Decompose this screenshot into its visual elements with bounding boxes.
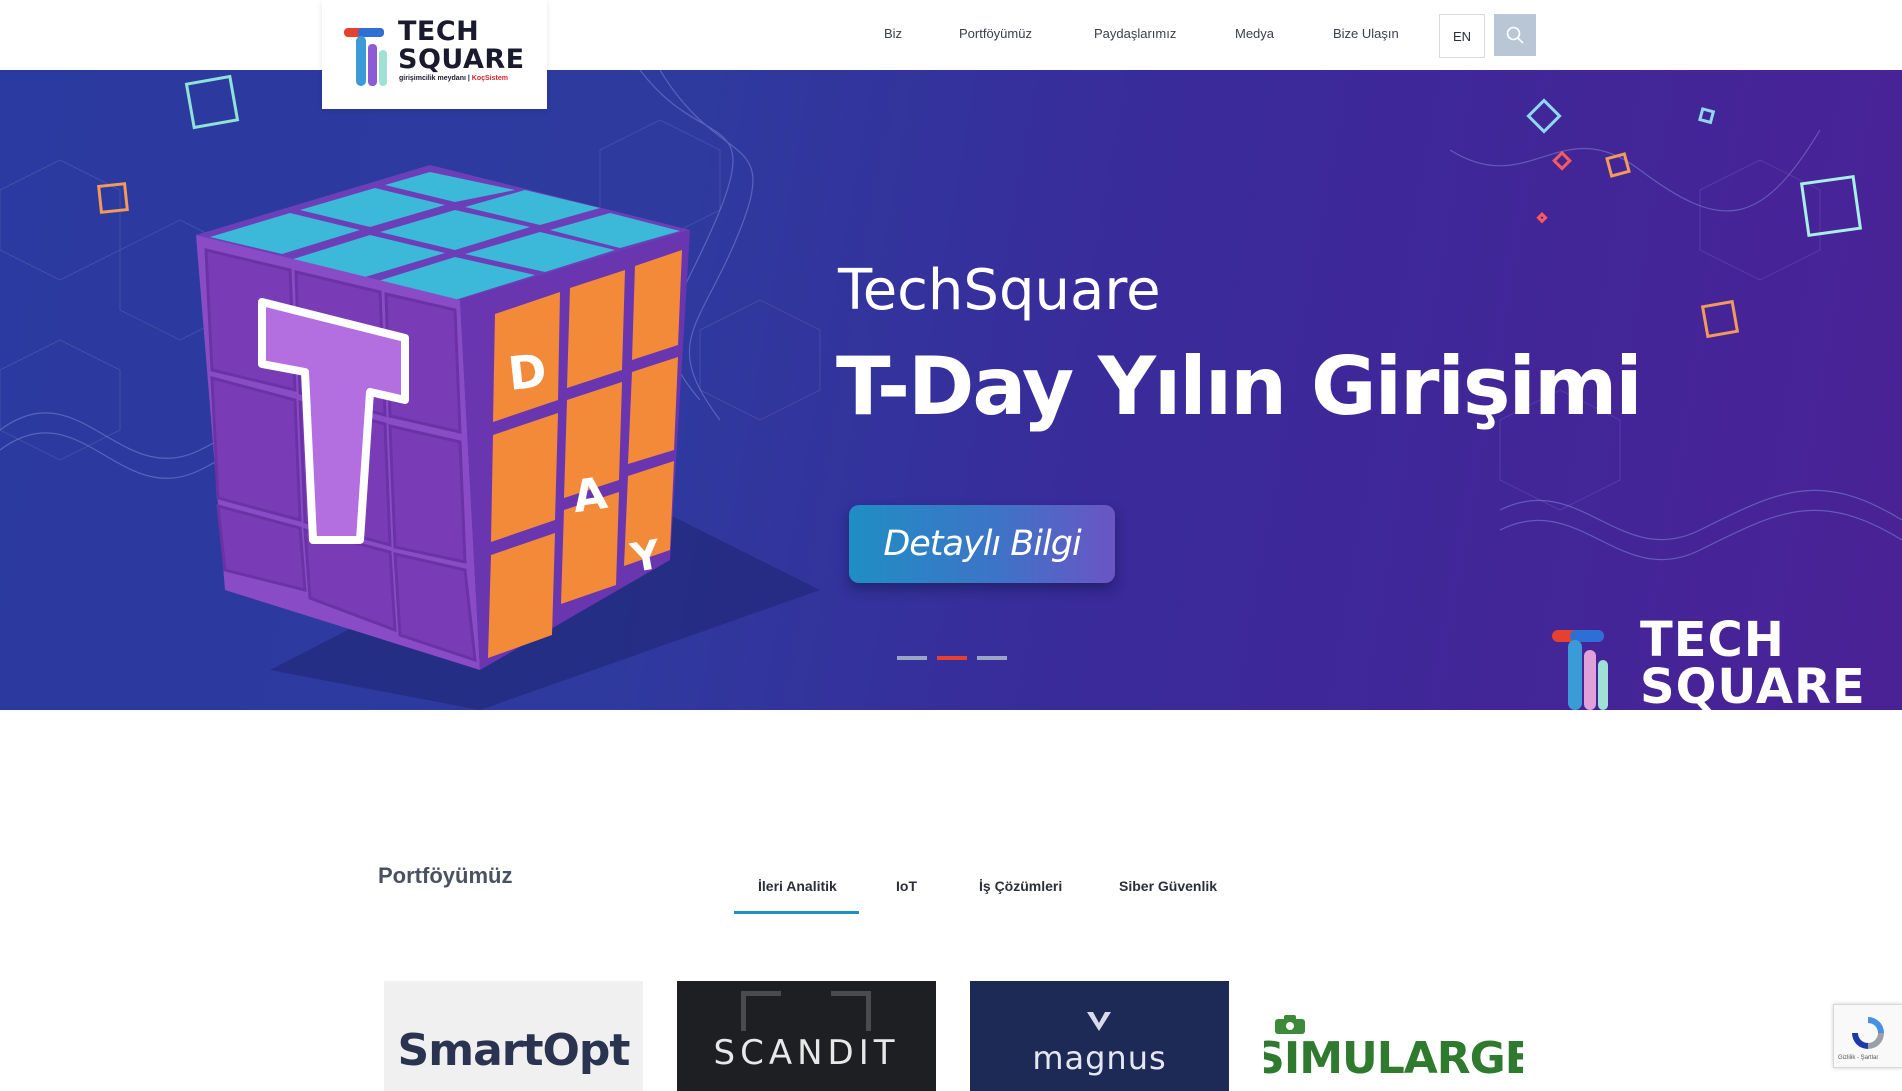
language-button[interactable]: EN <box>1439 14 1485 58</box>
tab-iot[interactable]: IoT <box>896 878 917 894</box>
site-header: TECH SQUARE girişimcilik meydanı | KoçSi… <box>0 0 1902 109</box>
tab-ileri-analitik[interactable]: İleri Analitik <box>758 878 837 894</box>
magnus-logo: magnus <box>1032 1039 1167 1077</box>
slider-dot-3[interactable] <box>977 656 1007 660</box>
slider-dot-2[interactable] <box>937 656 967 660</box>
magnus-emblem-icon <box>1087 1012 1111 1031</box>
techsquare-logo-mark-icon <box>344 28 387 86</box>
tab-is-cozumleri[interactable]: İş Çözümleri <box>979 878 1062 894</box>
detailed-info-button[interactable]: Detaylı Bilgi <box>849 505 1115 583</box>
simularge-camera-icon <box>1275 1015 1305 1034</box>
hero-logo-text-tech: TECH <box>1640 612 1785 668</box>
portfolio-card-scandit[interactable]: SCANDIT <box>677 981 936 1091</box>
nav-item-paydaslarimiz[interactable]: Paydaşlarımız <box>1094 26 1176 41</box>
nav-item-medya[interactable]: Medya <box>1235 26 1274 41</box>
hero-slider: D A Y TechSquare T-Day Yılın Girişimi De… <box>0 70 1902 710</box>
logo-tagline: girişimcilik meydanı | KoçSistem <box>399 75 508 82</box>
portfolio-card-magnus[interactable]: magnus <box>970 981 1229 1091</box>
nav-item-biz[interactable]: Biz <box>884 26 902 41</box>
recaptcha-badge[interactable]: Gizlilik - Şartlar <box>1833 1004 1902 1068</box>
slider-pagination <box>897 656 1007 660</box>
site-logo[interactable]: TECH SQUARE girişimcilik meydanı | KoçSi… <box>322 0 547 109</box>
cube-letter-a: A <box>569 468 610 523</box>
logo-text-tech: TECH <box>398 16 480 47</box>
search-icon <box>1506 26 1524 44</box>
portfolio-title: Portföyümüz <box>378 863 513 888</box>
hero-subtitle: TechSquare <box>838 258 1161 323</box>
kocsistem-brand: KoçSistem <box>471 75 508 82</box>
nav-item-portfoyumuz[interactable]: Portföyümüz <box>959 26 1032 41</box>
scandit-logo: SCANDIT <box>713 1033 900 1073</box>
search-button[interactable] <box>1494 14 1536 56</box>
simularge-logo: SIMULARGE <box>1264 1033 1523 1084</box>
cube-letter-d: D <box>505 343 549 401</box>
portfolio-card-simularge[interactable]: SIMULARGE <box>1264 981 1523 1091</box>
active-tab-indicator <box>734 911 859 914</box>
hero-logo-text-square: SQUARE <box>1640 659 1866 710</box>
slider-dot-1[interactable] <box>897 656 927 660</box>
tab-siber-guvenlik[interactable]: Siber Güvenlik <box>1119 878 1217 894</box>
logo-tagline-text: girişimcilik meydanı | <box>399 75 470 82</box>
recaptcha-icon <box>1852 1017 1884 1049</box>
portfolio-card-smartopt[interactable]: SmartOpt <box>384 981 643 1091</box>
logo-text-square: SQUARE <box>398 44 525 75</box>
smartopt-logo: SmartOpt <box>397 1025 631 1076</box>
nav-item-bize-ulasin[interactable]: Bize Ulaşın <box>1333 26 1399 41</box>
recaptcha-terms[interactable]: Gizlilik - Şartlar <box>1838 1055 1878 1061</box>
hero-title: T-Day Yılın Girişimi <box>836 340 1643 433</box>
